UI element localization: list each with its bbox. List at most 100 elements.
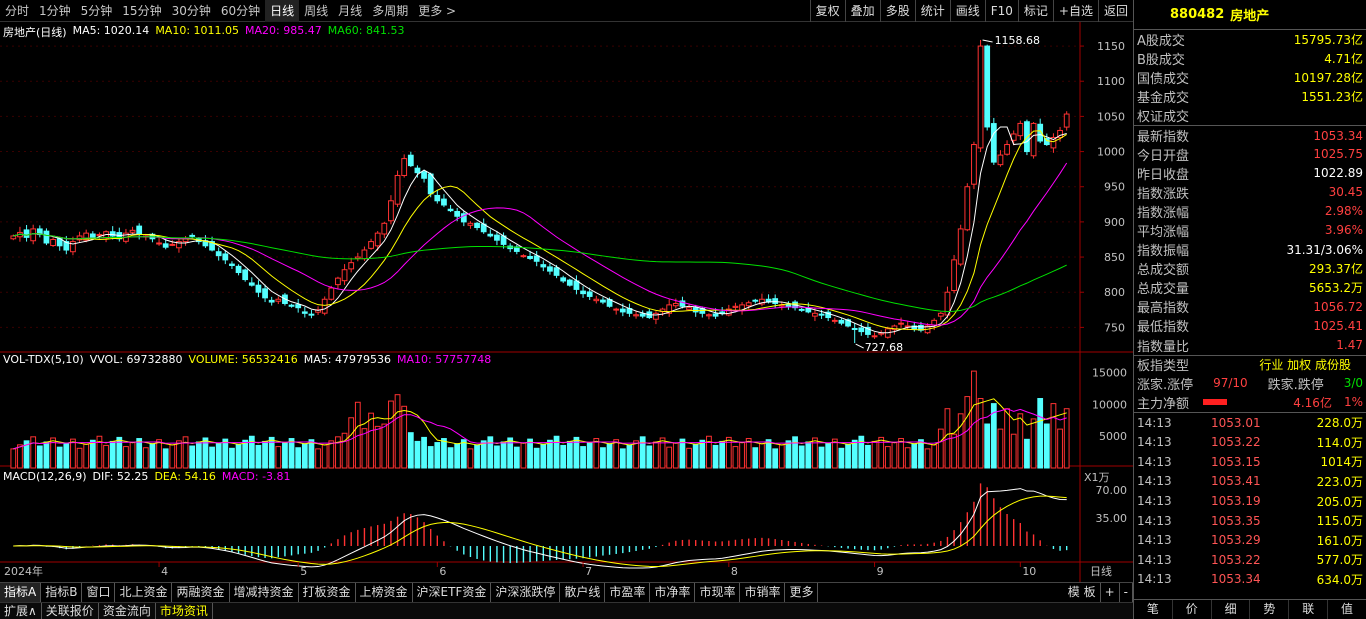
volume-bar xyxy=(984,423,991,469)
volume-bar xyxy=(838,447,845,469)
candle-up xyxy=(374,232,381,247)
volume-bar xyxy=(96,435,103,469)
chart-area[interactable]: 750 800 850 900 950 1000 1050 1100 1150 5000 10000… xyxy=(0,22,1133,582)
candle-up xyxy=(745,302,752,307)
period-9[interactable]: 多周期 xyxy=(367,0,413,22)
period-2[interactable]: 5分钟 xyxy=(76,0,118,22)
quote-tab-1[interactable]: 价 xyxy=(1173,600,1212,619)
macd-tick-label: 70.00 xyxy=(1096,484,1128,497)
quote-tab-3[interactable]: 势 xyxy=(1250,600,1290,619)
indicator-tab-9[interactable]: 沪深涨跌停 xyxy=(491,583,561,602)
volume-bar xyxy=(407,432,414,469)
candle-down xyxy=(43,230,50,244)
zoom-out-button[interactable]: - xyxy=(1120,583,1133,602)
volume-bar xyxy=(1010,433,1017,469)
quote-tab-5[interactable]: 值 xyxy=(1328,600,1366,619)
quote-tab-0[interactable]: 笔 xyxy=(1134,600,1173,619)
type-value[interactable]: 行业 加权 成份股 xyxy=(1259,356,1351,373)
indicator-tabs: 指标A 指标B 窗口 北上资金 两融资金 增减持资金 打板资金 上榜资金 沪深ETF资金 沪深涨跌… xyxy=(0,582,1133,602)
stat-value: 3.96% xyxy=(1324,223,1363,238)
period-10[interactable]: 更多 > xyxy=(413,0,461,22)
candle-up xyxy=(633,314,639,317)
macd-title: MACD(12,26,9) xyxy=(3,470,87,483)
candle-up xyxy=(1063,113,1070,128)
candle-down xyxy=(533,255,540,262)
tool-button-7[interactable]: +自选 xyxy=(1052,0,1098,22)
stat-row: 最新指数 1053.34 xyxy=(1134,125,1366,145)
volume-bar xyxy=(778,444,785,469)
period-5[interactable]: 60分钟 xyxy=(216,0,265,22)
period-1[interactable]: 1分钟 xyxy=(34,0,76,22)
stat-label: 平均涨幅 xyxy=(1137,224,1190,240)
bottom-tab-2[interactable]: 资金流向 xyxy=(99,603,156,619)
indicator-tab-2[interactable]: 窗口 xyxy=(82,583,116,602)
volume-bar xyxy=(513,446,520,469)
period-4[interactable]: 30分钟 xyxy=(167,0,216,22)
tick-time: 14:13 xyxy=(1137,415,1172,430)
quote-tab-2[interactable]: 细 xyxy=(1212,600,1251,619)
tick-row: 14:13 1053.22 577.0万 xyxy=(1134,550,1366,570)
volume-bar xyxy=(209,446,215,469)
indicator-tab-4[interactable]: 两融资金 xyxy=(172,583,230,602)
quote-tab-4[interactable]: 联 xyxy=(1289,600,1329,619)
indicator-tab-10[interactable]: 散户线 xyxy=(560,583,606,602)
tool-button-2[interactable]: 多股 xyxy=(879,0,915,22)
period-8[interactable]: 月线 xyxy=(333,0,367,22)
volume-bar xyxy=(918,439,924,469)
volume-bar xyxy=(851,439,858,469)
volume-bar xyxy=(83,443,90,469)
bottom-tab-0[interactable]: 扩展∧ xyxy=(0,603,42,619)
indicator-tab-7[interactable]: 上榜资金 xyxy=(356,583,413,602)
indicator-tab-3[interactable]: 北上资金 xyxy=(115,583,173,602)
tool-button-6[interactable]: 标记 xyxy=(1017,0,1053,22)
bottom-tab-3[interactable]: 市场资讯 xyxy=(156,603,213,619)
indicator-tab-0[interactable]: 指标A xyxy=(0,583,42,602)
period-toolbar: 分时 1分钟 5分钟 15分钟 30分钟 60分钟 日线 周线 月线 多周期 更多 > 复权 叠加 多股统… xyxy=(0,0,1133,22)
high-annotation: 1158.68 xyxy=(995,34,1041,47)
candle-down xyxy=(580,290,586,295)
indicator-tab-13[interactable]: 市现率 xyxy=(695,583,741,602)
candle-down xyxy=(215,251,222,257)
bottom-tab-1[interactable]: 关联报价 xyxy=(42,603,99,619)
indicator-tab-14[interactable]: 市销率 xyxy=(740,583,786,602)
volume-bar xyxy=(818,446,825,469)
indicator-tab-1[interactable]: 指标B xyxy=(41,583,83,602)
indicator-tab-8[interactable]: 沪深ETF资金 xyxy=(413,583,492,602)
tool-button-0[interactable]: 复权 xyxy=(809,0,845,22)
zoom-in-button[interactable]: + xyxy=(1101,583,1120,602)
ma60-label: MA60: 841.53 xyxy=(327,24,405,37)
indicator-tab-12[interactable]: 市净率 xyxy=(650,583,696,602)
tool-button-5[interactable]: F10 xyxy=(984,0,1018,22)
volume-bar xyxy=(805,441,812,469)
candle-down xyxy=(189,234,196,237)
indicator-tab-11[interactable]: 市盈率 xyxy=(605,583,651,602)
stat-value: 31.31/3.06% xyxy=(1286,242,1363,257)
indicator-tab-15[interactable]: 更多 xyxy=(785,583,819,602)
period-6[interactable]: 日线 xyxy=(265,0,300,22)
candle-up xyxy=(964,186,971,231)
tool-button-4[interactable]: 画线 xyxy=(949,0,985,22)
period-0[interactable]: 分时 xyxy=(0,0,34,22)
period-7[interactable]: 周线 xyxy=(299,0,333,22)
tick-price: 1053.29 xyxy=(1211,533,1261,548)
kline-chart[interactable]: 750 800 850 900 950 1000 1050 1100 1150 5000 10000… xyxy=(0,22,1133,582)
volume-bar xyxy=(639,436,646,469)
candle-up xyxy=(401,158,408,176)
stat-value: 4.71亿 xyxy=(1324,52,1363,67)
volume-bar xyxy=(672,442,679,469)
candle-down xyxy=(229,263,235,266)
volume-bar xyxy=(414,440,421,469)
tool-button-3[interactable]: 统计 xyxy=(914,0,950,22)
period-3[interactable]: 15分钟 xyxy=(117,0,166,22)
template-button[interactable]: 模 板 xyxy=(1064,583,1101,602)
indicator-tab-5[interactable]: 增减持资金 xyxy=(230,583,299,602)
candle-down xyxy=(798,308,805,311)
volume-bar xyxy=(454,443,461,469)
volume-bar xyxy=(70,438,76,469)
tool-button-8[interactable]: 返回 xyxy=(1097,0,1133,22)
candle-down xyxy=(553,267,560,276)
volume-bar xyxy=(792,436,798,469)
indicator-tab-6[interactable]: 打板资金 xyxy=(299,583,356,602)
candle-down xyxy=(573,280,580,290)
tool-button-1[interactable]: 叠加 xyxy=(844,0,880,22)
